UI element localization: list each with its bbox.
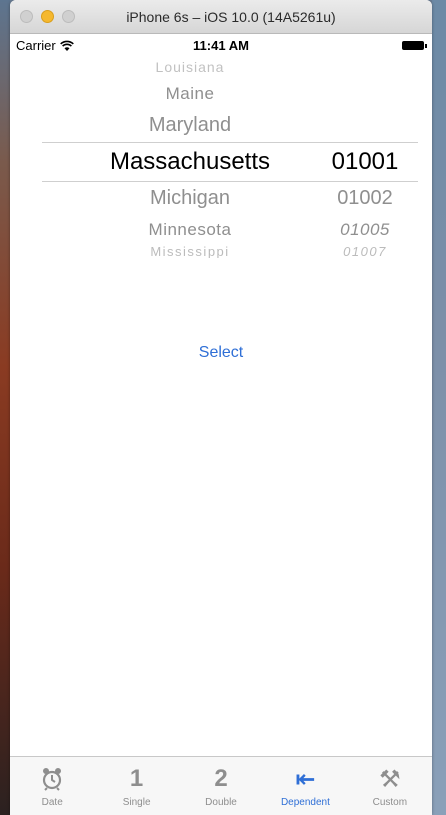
selected-state[interactable]: Massachusetts (70, 148, 310, 176)
state-option[interactable]: Louisiana (70, 62, 310, 75)
tab-label: Single (122, 797, 151, 808)
tab-label: Custom (372, 797, 408, 808)
ios-status-bar: Carrier 11:41 AM (10, 34, 432, 56)
battery-icon (402, 41, 427, 50)
picker-row[interactable]: Louisiana (10, 62, 432, 76)
alarm-clock-icon (41, 765, 63, 793)
simulator-window: iPhone 6s – iOS 10.0 (14A5261u) Carrier … (10, 0, 432, 815)
dependent-picker[interactable]: Louisiana Maine Maryland Massachusetts 0… (10, 56, 432, 266)
selection-indicator-bottom (42, 181, 418, 182)
tab-label: Dependent (280, 797, 330, 808)
tab-double[interactable]: 2 Double (179, 757, 263, 815)
selected-zip[interactable]: 01001 (310, 148, 420, 176)
state-option[interactable]: Maryland (70, 114, 310, 137)
state-option[interactable]: Minnesota (70, 220, 310, 240)
tab-label: Date (41, 797, 63, 808)
zip-option[interactable]: 01007 (310, 244, 420, 258)
desktop-background-right (432, 0, 446, 815)
zoom-window-button[interactable] (62, 10, 75, 23)
tab-label: Double (205, 797, 237, 808)
zip-option[interactable]: 01005 (310, 220, 420, 240)
tab-date[interactable]: Date (10, 757, 94, 815)
close-window-button[interactable] (20, 10, 33, 23)
minimize-window-button[interactable] (41, 10, 54, 23)
tools-icon: ⚒ (379, 765, 401, 793)
tab-bar: Date 1 Single 2 Double ⇤ Dependent ⚒ Cus… (10, 756, 432, 815)
selection-indicator-top (42, 142, 418, 143)
digit-1-icon: 1 (129, 765, 144, 792)
picker-row[interactable]: Mississippi 01007 (10, 244, 432, 258)
tab-single[interactable]: 1 Single (94, 757, 178, 815)
status-clock: 11:41 AM (193, 38, 249, 53)
tab-dependent[interactable]: ⇤ Dependent (263, 757, 347, 815)
digit-2-icon: 2 (214, 765, 228, 792)
select-button[interactable]: Select (10, 344, 432, 362)
arrow-left-bar-icon: ⇤ (295, 765, 316, 793)
window-title: iPhone 6s – iOS 10.0 (14A5261u) (126, 8, 336, 25)
state-option[interactable]: Maine (70, 84, 310, 104)
state-option[interactable]: Michigan (70, 187, 310, 210)
tab-custom[interactable]: ⚒ Custom (348, 757, 432, 815)
desktop-background-left (0, 0, 10, 815)
zip-option[interactable]: 01002 (310, 187, 420, 210)
state-option[interactable]: Mississippi (70, 244, 310, 258)
simulator-title-bar: iPhone 6s – iOS 10.0 (14A5261u) (10, 0, 432, 34)
